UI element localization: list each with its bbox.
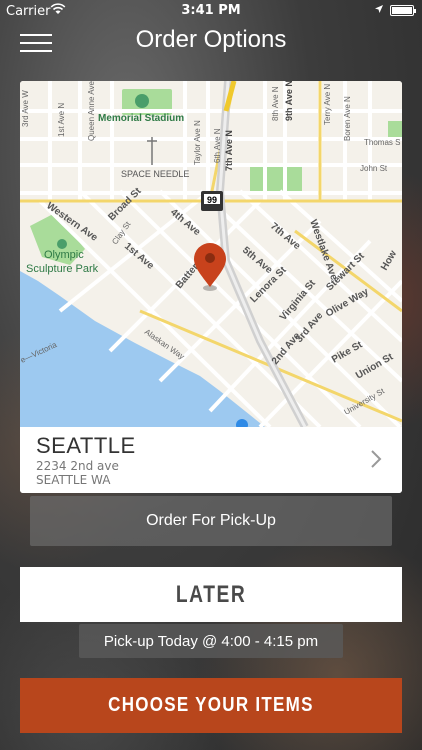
chevron-right-icon [370, 449, 382, 475]
battery-icon [390, 5, 416, 16]
pickup-time-label: Pick-up Today @ 4:00 - 4:15 pm [103, 632, 319, 650]
map-label-memorial-stadium: Memorial Stadium [98, 113, 184, 124]
status-time: 3:41 PM [181, 3, 241, 18]
map-label-terry-ave-n: Terry Ave N [323, 84, 332, 125]
map-label-space-needle: SPACE NEEDLE [121, 169, 189, 179]
map-label-taylor-ave: Taylor Ave N [193, 120, 202, 165]
status-bar: Carrier 3:41 PM [0, 0, 422, 22]
order-type-label: Order For Pick-Up [146, 512, 276, 529]
choose-items-button[interactable]: CHOOSE YOUR ITEMS [20, 678, 402, 733]
store-name: SEATTLE [36, 433, 136, 458]
location-arrow-icon [374, 3, 384, 18]
navigation-bar: Order Options [0, 22, 422, 66]
map-label-1st-ave-n: 1st Ave N [57, 103, 66, 137]
map-label-9th-ave-n: 9th Ave N [284, 81, 294, 121]
choose-items-label: CHOOSE YOUR ITEMS [108, 694, 314, 716]
map-label-3rd-ave-w: 3rd Ave W [21, 90, 30, 127]
store-location-row[interactable]: SEATTLE 2234 2nd ave SEATTLE WA [20, 427, 402, 493]
order-type-selector[interactable]: Order For Pick-Up [30, 496, 392, 546]
map-label-thomas-st: Thomas S [364, 138, 400, 147]
map-label-boren-ave-n: Boren Ave N [343, 96, 352, 141]
map-label-7th-ave-n: 7th Ave N [224, 130, 234, 171]
map-label-6th-ave-n: 6th Ave N [213, 128, 222, 163]
map-label-queen-anne: Queen Anne Ave N [87, 81, 96, 141]
map-label-john-st: John St [360, 164, 388, 173]
store-address-line2: SEATTLE WA [36, 473, 111, 487]
map-label-sculpture-park: Sculpture Park [26, 263, 99, 275]
map-label-olympic: Olympic [44, 249, 84, 261]
map-label-8th-ave-n: 8th Ave N [271, 86, 280, 121]
route-99-label: 99 [207, 195, 217, 205]
store-address-line1: 2234 2nd ave [36, 459, 119, 473]
store-map[interactable]: 99 Memorial Stadium SPACE NEEDLE Olympic… [20, 81, 402, 427]
pickup-time-badge: Pick-up Today @ 4:00 - 4:15 pm [79, 624, 343, 658]
later-button[interactable]: LATER [20, 567, 402, 622]
page-title: Order Options [135, 26, 287, 53]
later-button-label: LATER [175, 580, 247, 608]
store-card: 99 Memorial Stadium SPACE NEEDLE Olympic… [20, 81, 402, 493]
